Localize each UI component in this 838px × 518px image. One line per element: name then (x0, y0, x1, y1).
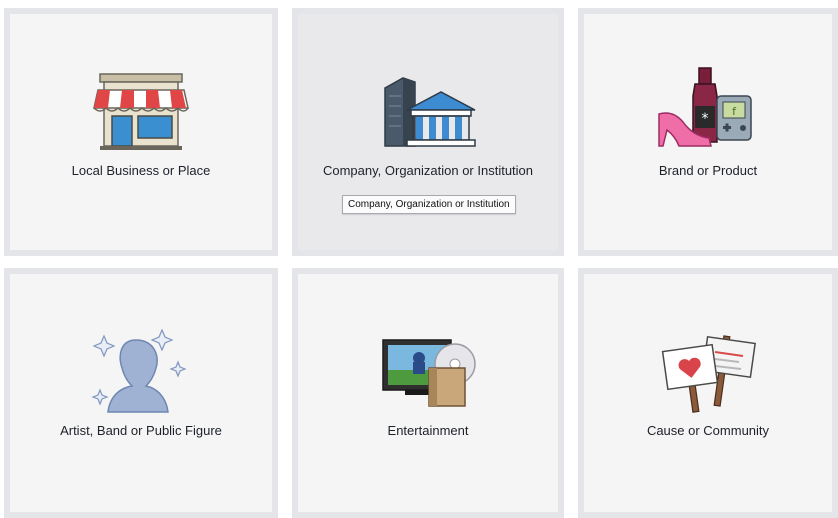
svg-text:*: * (702, 111, 709, 127)
category-tile-local-business[interactable]: Local Business or Place (4, 8, 278, 256)
category-label: Brand or Product (658, 163, 758, 178)
products-icon: * f (658, 67, 752, 147)
public-figure-icon (91, 328, 187, 413)
storefront-icon (93, 73, 189, 150)
signs-icon (661, 335, 756, 413)
category-label: Artist, Band or Public Figure (60, 423, 222, 438)
category-tile-brand[interactable]: * f Brand or Product (578, 8, 838, 256)
entertainment-icon (382, 339, 476, 407)
category-label: Cause or Community (646, 423, 770, 438)
buildings-icon (384, 77, 476, 147)
category-tile-company[interactable]: Company, Organization or Institution Com… (292, 8, 564, 256)
category-tile-entertainment[interactable]: Entertainment (292, 268, 564, 518)
category-tile-cause[interactable]: Cause or Community (578, 268, 838, 518)
category-label: Entertainment (387, 423, 469, 438)
category-label: Company, Organization or Institution (322, 163, 534, 178)
tooltip: Company, Organization or Institution (342, 195, 516, 214)
category-label: Local Business or Place (71, 163, 211, 178)
category-tile-artist[interactable]: Artist, Band or Public Figure (4, 268, 278, 518)
